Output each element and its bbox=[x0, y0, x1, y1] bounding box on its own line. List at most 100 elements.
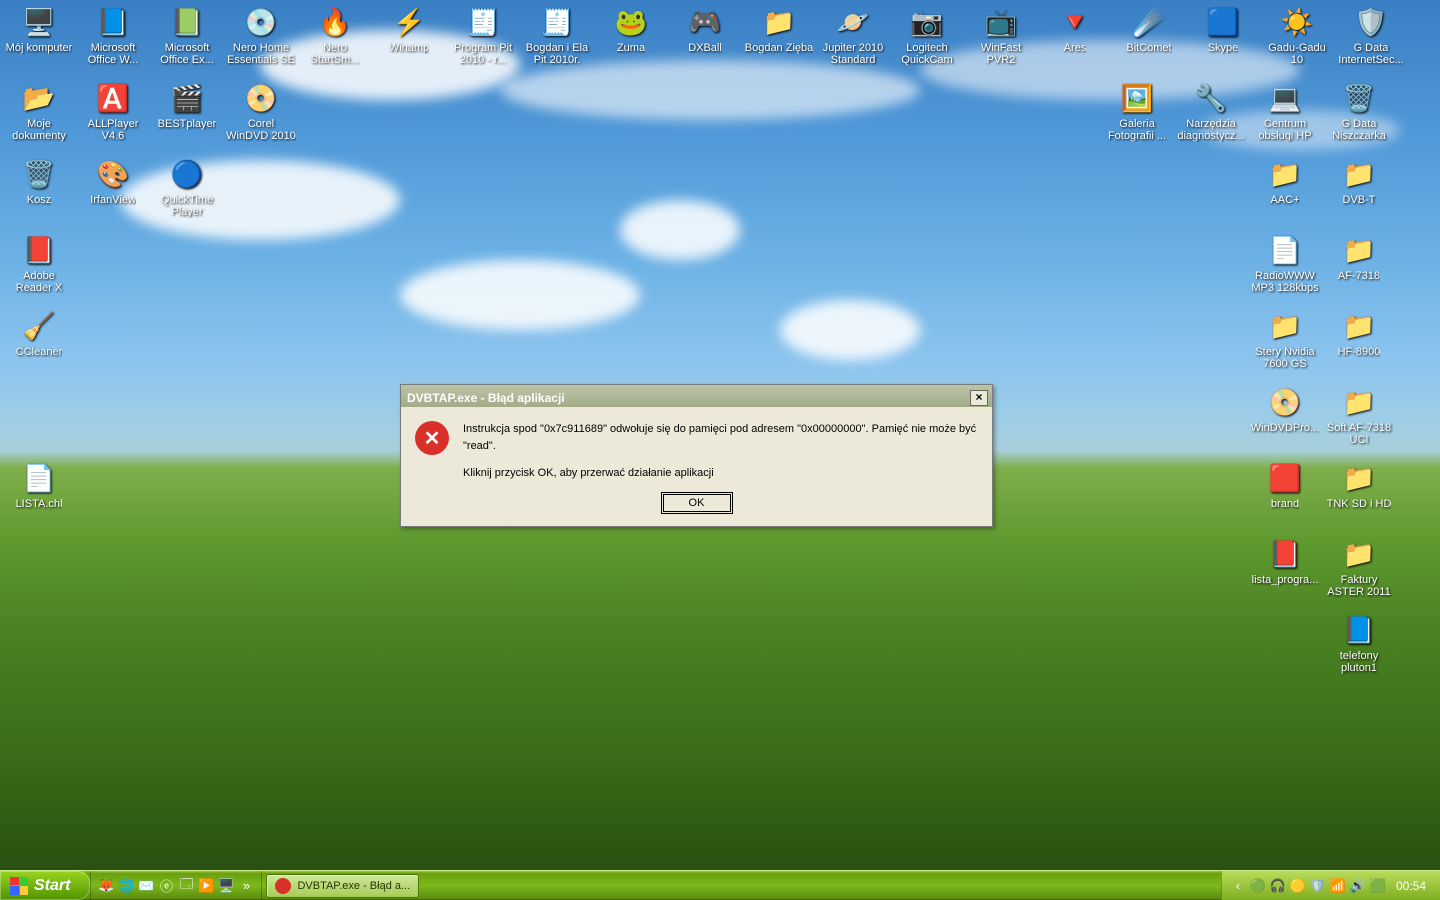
icon-label: telefony pluton1 bbox=[1324, 650, 1394, 674]
desktop-icon[interactable]: 🟥brand bbox=[1248, 458, 1322, 512]
icon-label: Skype bbox=[1208, 42, 1239, 54]
desktop-icon[interactable]: 🪐Jupiter 2010 Standard bbox=[816, 2, 890, 68]
desktop-icon[interactable]: 🟦Skype bbox=[1186, 2, 1260, 56]
ql-chevron-icon[interactable]: » bbox=[237, 877, 255, 895]
file-icon: 📺 bbox=[983, 4, 1019, 40]
icon-label: DVB-T bbox=[1343, 194, 1376, 206]
ql-desktop-icon[interactable]: 🖥️ bbox=[217, 877, 235, 895]
icon-label: LISTA.chl bbox=[16, 498, 63, 510]
desktop-icon[interactable]: 🖥️ Mój komputer bbox=[2, 2, 76, 56]
tray-icon[interactable]: 📶 bbox=[1330, 878, 1346, 894]
desktop-icon[interactable]: ☀️Gadu-Gadu 10 bbox=[1260, 2, 1334, 68]
windows-logo-icon bbox=[10, 877, 28, 895]
dialog-titlebar[interactable]: DVBTAP.exe - Błąd aplikacji × bbox=[401, 385, 992, 407]
tray-icon[interactable]: 🟡 bbox=[1290, 878, 1306, 894]
clock[interactable]: 00:54 bbox=[1390, 879, 1432, 893]
desktop-icon[interactable]: 🐸Zuma bbox=[594, 2, 668, 56]
task-dvbtap[interactable]: DVBTAP.exe - Błąd a... bbox=[266, 874, 419, 898]
desktop-icon[interactable]: 🧾Program Pit 2010 - r... bbox=[446, 2, 520, 68]
desktop-icon[interactable]: 📄LISTA.chl bbox=[2, 458, 76, 512]
file-icon: 📁 bbox=[1341, 460, 1377, 496]
desktop-icon[interactable]: ⚡Winamp bbox=[372, 2, 446, 56]
desktop-icon[interactable]: 📺WinFast PVR2 bbox=[964, 2, 1038, 68]
file-icon: 🗑️ bbox=[1341, 80, 1377, 116]
ql-browser-icon[interactable]: 🌐 bbox=[117, 877, 135, 895]
desktop-icon[interactable]: 🔵QuickTime Player bbox=[150, 154, 224, 220]
file-icon: 🧾 bbox=[465, 4, 501, 40]
file-icon: 🎬 bbox=[169, 80, 205, 116]
icon-label: Zuma bbox=[617, 42, 645, 54]
icon-label: BitComet bbox=[1126, 42, 1171, 54]
desktop-icon[interactable]: 📗Microsoft Office Ex... bbox=[150, 2, 224, 68]
desktop-icon[interactable]: 🔧Narzędzia diagnostycz... bbox=[1174, 78, 1248, 144]
close-icon[interactable]: × bbox=[970, 390, 988, 406]
icon-label: DXBall bbox=[688, 42, 722, 54]
desktop-icon[interactable]: 🎮DXBall bbox=[668, 2, 742, 56]
taskbar: Start 🦊 🌐 ✉️ ⓔ 🗔 ▶️ 🖥️ » DVBTAP.exe - Bł… bbox=[0, 870, 1440, 900]
desktop-icon[interactable]: 📕Adobe Reader X bbox=[2, 230, 76, 296]
desktop-icon[interactable]: 🛡️G Data InternetSec... bbox=[1334, 2, 1408, 68]
icon-label: Jupiter 2010 Standard bbox=[818, 42, 888, 66]
desktop-icon[interactable]: 📁DVB-T bbox=[1322, 154, 1396, 208]
desktop-icon[interactable]: 🧹CCleaner bbox=[2, 306, 76, 360]
icon-label: ALLPlayer V4.6 bbox=[78, 118, 148, 142]
ql-explorer-icon[interactable]: 🗔 bbox=[177, 877, 195, 895]
desktop-icon[interactable]: 🎬BESTplayer bbox=[150, 78, 224, 132]
ql-ie-icon[interactable]: ⓔ bbox=[157, 877, 175, 895]
desktop-icon[interactable]: 📄RadioWWW MP3 128kbps bbox=[1248, 230, 1322, 296]
icon-label: Centrum obsługi HP bbox=[1250, 118, 1320, 142]
desktop-icon[interactable]: 📁Faktury ASTER 2011 bbox=[1322, 534, 1396, 600]
desktop-icon[interactable]: 📘Microsoft Office W... bbox=[76, 2, 150, 68]
icon-label: Mój komputer bbox=[6, 42, 73, 54]
file-icon: 🖥️ bbox=[21, 4, 57, 40]
icon-label: Kosz bbox=[27, 194, 51, 206]
desktop-icon[interactable]: 🔥Nero StartSm... bbox=[298, 2, 372, 68]
desktop-icon[interactable]: 🅰️ALLPlayer V4.6 bbox=[76, 78, 150, 144]
icon-label: TNK SD i HD bbox=[1327, 498, 1392, 510]
icon-label: Logitech QuickCam bbox=[892, 42, 962, 66]
desktop-icon[interactable]: 📂Moje dokumenty bbox=[2, 78, 76, 144]
desktop-icon[interactable]: 🗑️Kosz bbox=[2, 154, 76, 208]
desktop-icon[interactable]: 📀WinDVDPro... bbox=[1248, 382, 1322, 436]
tray-icon[interactable]: 🟢 bbox=[1250, 878, 1266, 894]
file-icon: 🟥 bbox=[1267, 460, 1303, 496]
desktop-icon[interactable]: 💻Centrum obsługi HP bbox=[1248, 78, 1322, 144]
dialog-line1: Instrukcja spod "0x7c911689" odwołuje si… bbox=[463, 421, 978, 455]
start-button[interactable]: Start bbox=[0, 871, 90, 900]
desktop-icon[interactable]: 📕lista_progra... bbox=[1248, 534, 1322, 588]
desktop-icon[interactable]: 📀Corel WinDVD 2010 bbox=[224, 78, 298, 144]
desktop-icon[interactable]: 🧾Bogdan i Ela Pit 2010r. bbox=[520, 2, 594, 68]
tray-icon[interactable]: 🔊 bbox=[1350, 878, 1366, 894]
desktop-icon[interactable]: 🗑️G Data Niszczarka bbox=[1322, 78, 1396, 144]
desktop-icon[interactable]: 📁Stery Nvidia 7600 GS bbox=[1248, 306, 1322, 372]
ql-mail-icon[interactable]: ✉️ bbox=[137, 877, 155, 895]
desktop-icon[interactable]: 📁AF-7318 bbox=[1322, 230, 1396, 284]
file-icon: 📁 bbox=[1341, 232, 1377, 268]
desktop-icon[interactable]: 🔻Ares bbox=[1038, 2, 1112, 56]
file-icon: 🔻 bbox=[1057, 4, 1093, 40]
desktop-icon[interactable]: 📁Soft AF-7318 UCI bbox=[1322, 382, 1396, 448]
tray-chevron-icon[interactable]: ‹ bbox=[1230, 878, 1246, 894]
icon-label: WinFast PVR2 bbox=[966, 42, 1036, 66]
ql-media-icon[interactable]: ▶️ bbox=[197, 877, 215, 895]
desktop-icon[interactable]: 🎨IrfanView bbox=[76, 154, 150, 208]
desktop-icon[interactable]: 📁 TNK SD i HD bbox=[1322, 458, 1396, 512]
desktop-icon[interactable]: ☄️BitComet bbox=[1112, 2, 1186, 56]
desktop-icon[interactable]: 🖼️Galeria Fotografii ... bbox=[1100, 78, 1174, 144]
desktop-icon[interactable]: 📘telefony pluton1 bbox=[1322, 610, 1396, 676]
file-icon: 📄 bbox=[1267, 232, 1303, 268]
ql-firefox-icon[interactable]: 🦊 bbox=[97, 877, 115, 895]
ok-button[interactable]: OK bbox=[661, 492, 733, 514]
tray-icon[interactable]: 🟩 bbox=[1370, 878, 1386, 894]
desktop-icon[interactable]: 📁HF-8900 bbox=[1322, 306, 1396, 360]
icon-label: QuickTime Player bbox=[152, 194, 222, 218]
tray-icon[interactable]: 🎧 bbox=[1270, 878, 1286, 894]
desktop-icon[interactable]: 📁Bogdan Zięba bbox=[742, 2, 816, 56]
desktop-icon[interactable]: 📁AAC+ bbox=[1248, 154, 1322, 208]
file-icon: 📕 bbox=[1267, 536, 1303, 572]
desktop-icon[interactable]: 💿Nero Home Essentials SE bbox=[224, 2, 298, 68]
tray-icon[interactable]: 🛡️ bbox=[1310, 878, 1326, 894]
file-icon: 🎨 bbox=[95, 156, 131, 192]
file-icon: 🔧 bbox=[1193, 80, 1229, 116]
desktop-icon[interactable]: 📷Logitech QuickCam bbox=[890, 2, 964, 68]
